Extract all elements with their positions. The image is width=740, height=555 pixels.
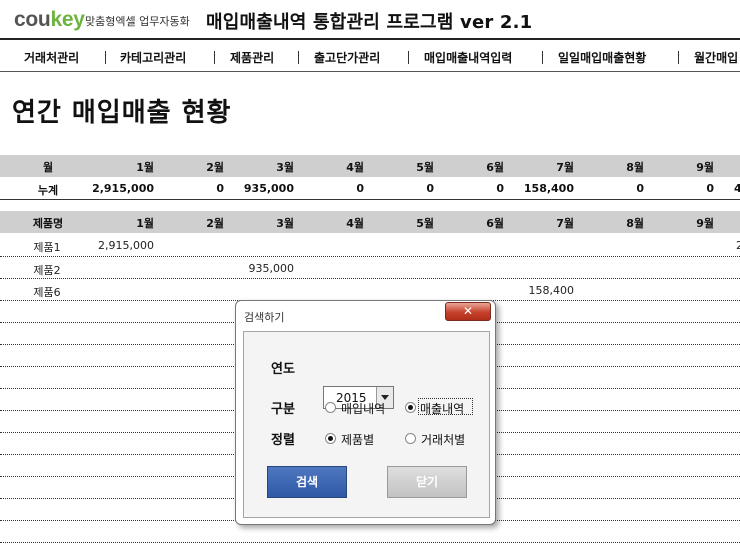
row-divider	[0, 542, 740, 543]
radio-by-client-label[interactable]: 거래처별	[421, 431, 465, 448]
brand-logo-text: cou	[14, 8, 51, 31]
total-m10-partial: 4	[734, 182, 740, 195]
radio-purchase-label[interactable]: 매입내역	[341, 400, 385, 417]
header-m1: 1월	[136, 161, 154, 174]
header-m8: 8월	[626, 217, 644, 230]
header-month: 월	[42, 161, 54, 174]
row-divider	[0, 256, 740, 257]
header-m9: 9월	[696, 217, 714, 230]
total-m6: 0	[496, 182, 504, 195]
product-value-m1: 2,915,000	[98, 239, 154, 252]
summary-table: 월 1월 2월 3월 4월 5월 6월 7월 8월 9월 누계 2,915,00…	[0, 155, 740, 203]
brand-logo-accent: key	[50, 8, 85, 31]
radio-purchase[interactable]	[325, 402, 336, 413]
total-m3: 935,000	[243, 182, 294, 195]
header-m7: 7월	[556, 161, 574, 174]
total-label: 누계	[37, 184, 59, 197]
row-divider	[0, 278, 740, 279]
product-value-edge: 2	[736, 239, 740, 252]
product-name: 제품2	[33, 264, 61, 277]
nav-item-products[interactable]: 제품관리	[230, 49, 274, 66]
type-label: 구분	[271, 402, 295, 417]
radio-by-product[interactable]	[325, 433, 336, 444]
header-m2: 2월	[206, 161, 224, 174]
dialog-title: 검색하기	[244, 311, 285, 324]
header-m4: 4월	[346, 217, 364, 230]
nav-item-entry[interactable]: 매입매출내역입력	[424, 49, 512, 66]
dialog-close-button[interactable]: ✕	[445, 302, 491, 321]
header-m2: 2월	[206, 217, 224, 230]
header-m3: 3월	[276, 217, 294, 230]
total-m5: 0	[426, 182, 434, 195]
header-m8: 8월	[626, 161, 644, 174]
page-title: 연간 매입매출 현황	[12, 98, 232, 128]
main-nav: 거래처관리 카테고리관리 제품관리 출고단가관리 매입매출내역입력 일일매입매출…	[0, 42, 740, 72]
search-dialog: 검색하기 ✕ 연도 2015 구분 매입내역 매출내역 정렬 제품별 거래처별 …	[235, 300, 496, 525]
nav-separator	[214, 51, 215, 64]
app-header: coukey 맞춤형엑셀 업무자동화 매입매출내역 통합관리 프로그램 ver …	[0, 0, 740, 40]
product-header-row: 제품명 1월 2월 3월 4월 5월 6월 7월 8월 9월	[0, 211, 740, 233]
nav-item-clients[interactable]: 거래처관리	[24, 49, 79, 66]
summary-header-row: 월 1월 2월 3월 4월 5월 6월 7월 8월 9월	[0, 155, 740, 177]
header-m9: 9월	[696, 161, 714, 174]
total-m1: 2,915,000	[92, 182, 154, 195]
header-m6: 6월	[486, 161, 504, 174]
brand-tagline: 맞춤형엑셀 업무자동화	[85, 15, 190, 28]
nav-item-categories[interactable]: 카테고리관리	[120, 49, 186, 66]
close-button[interactable]: 닫기	[387, 466, 467, 498]
total-m2: 0	[216, 182, 224, 195]
radio-sales-label[interactable]: 매출내역	[420, 400, 464, 417]
radio-by-product-label[interactable]: 제품별	[341, 431, 374, 448]
summary-total-row: 누계 2,915,000 0 935,000 0 0 0 158,400 0 0…	[0, 178, 740, 200]
total-m8: 0	[636, 182, 644, 195]
nav-item-release-price[interactable]: 출고단가관리	[314, 49, 380, 66]
product-name: 제품6	[33, 286, 61, 299]
total-m9: 0	[706, 182, 714, 195]
header-m6: 6월	[486, 217, 504, 230]
header-m5: 5월	[416, 217, 434, 230]
year-label: 연도	[271, 362, 295, 377]
close-icon: ✕	[462, 304, 474, 318]
nav-separator	[678, 51, 679, 64]
total-m4: 0	[356, 182, 364, 195]
header-m3: 3월	[276, 161, 294, 174]
header-m1: 1월	[136, 217, 154, 230]
header-m5: 5월	[416, 161, 434, 174]
nav-separator	[105, 51, 106, 64]
header-m4: 4월	[346, 161, 364, 174]
product-value-m7: 158,400	[528, 284, 575, 297]
app-title: 매입매출내역 통합관리 프로그램 ver 2.1	[206, 12, 533, 33]
nav-separator	[298, 51, 299, 64]
sort-label: 정렬	[271, 433, 295, 448]
nav-separator	[408, 51, 409, 64]
nav-separator	[542, 51, 543, 64]
product-name: 제품1	[33, 241, 61, 254]
total-m7: 158,400	[523, 182, 574, 195]
header-product-name: 제품명	[32, 217, 64, 230]
nav-item-monthly[interactable]: 월간매입	[694, 49, 738, 66]
search-button[interactable]: 검색	[267, 466, 347, 498]
product-value-m3: 935,000	[248, 262, 295, 275]
radio-sales[interactable]	[405, 402, 416, 413]
nav-item-daily[interactable]: 일일매입매출현황	[558, 49, 646, 66]
radio-by-client[interactable]	[405, 433, 416, 444]
header-m7: 7월	[556, 217, 574, 230]
brand-logo: coukey	[14, 8, 85, 32]
